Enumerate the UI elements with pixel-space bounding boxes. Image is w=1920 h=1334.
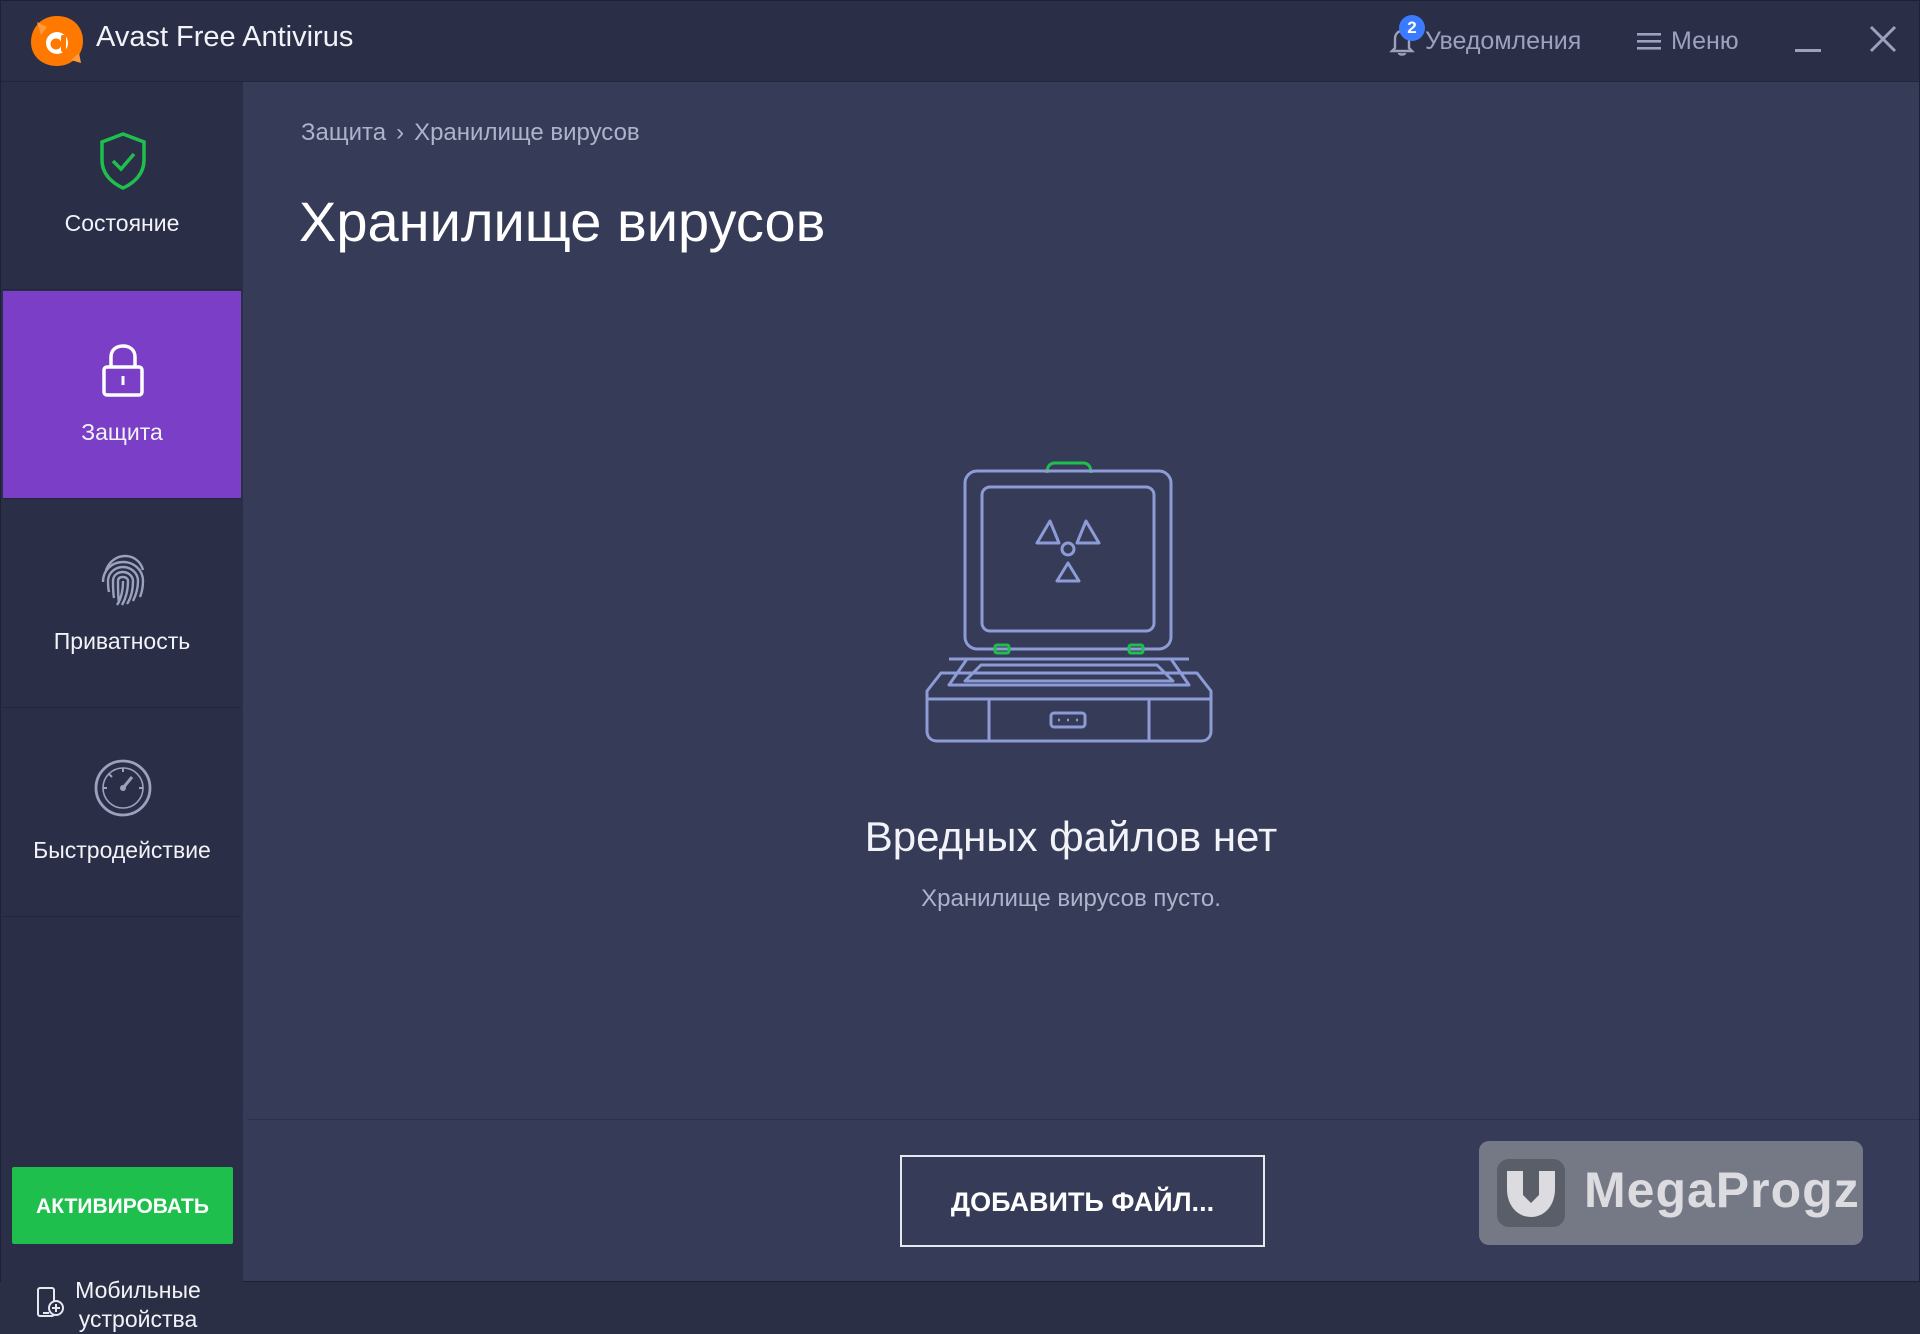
mobile-devices-link[interactable]: Мобильные устройства [1,1276,243,1334]
footer-divider [247,1119,1919,1120]
virus-chest-illustration-icon [925,461,1213,743]
notifications-label: Уведомления [1425,26,1582,55]
breadcrumb-parent-link[interactable]: Защита [301,119,386,146]
menu-button[interactable]: Меню [1637,19,1739,63]
app-window: Avast Free Antivirus 2 Уведомления Меню [0,0,1920,1332]
watermark: MegaProgz [1479,1141,1863,1245]
menu-label: Меню [1671,26,1739,55]
sidebar-item-label: Приватность [53,628,191,654]
page-title: Хранилище вирусов [299,190,826,253]
notifications-button[interactable]: 2 Уведомления [1385,15,1582,63]
lock-icon [102,344,144,397]
close-icon[interactable] [1863,19,1903,59]
sidebar-item-label: Быстродействие [33,837,211,863]
sidebar-item-label: Состояние [64,210,180,236]
fingerprint-icon [101,554,145,606]
add-file-button[interactable]: ДОБАВИТЬ ФАЙЛ... [900,1155,1265,1247]
title-bar: Avast Free Antivirus 2 Уведомления Меню [1,1,1919,82]
sidebar-item-label: Защита [81,419,163,445]
download-logo-icon [1497,1159,1565,1227]
sidebar: Состояние Защита Приватность Быстродейст… [1,82,243,1332]
avast-logo-icon [31,16,83,66]
speedometer-icon [94,759,152,817]
sidebar-item-privacy[interactable]: Приватность [3,500,241,708]
bell-icon: 2 [1385,15,1425,58]
sidebar-item-status[interactable]: Состояние [3,82,241,290]
breadcrumb: Защита › Хранилище вирусов [301,119,640,147]
sidebar-item-protection[interactable]: Защита [3,291,241,499]
empty-state-title: Вредных файлов нет [864,813,1278,860]
hamburger-icon [1637,33,1661,50]
minimize-icon[interactable] [1789,21,1829,61]
mobile-device-icon [37,1287,64,1317]
notification-count-badge: 2 [1399,15,1425,41]
activate-button[interactable]: АКТИВИРОВАТЬ [12,1167,233,1244]
sidebar-item-performance[interactable]: Быстродействие [3,709,241,917]
breadcrumb-separator: › [396,119,405,146]
breadcrumb-current: Хранилище вирусов [414,119,640,146]
shield-check-icon [100,132,146,190]
watermark-text: MegaProgz [1584,1162,1860,1218]
app-title: Avast Free Antivirus [96,21,354,53]
empty-state-subtitle: Хранилище вирусов пусто. [921,885,1221,912]
